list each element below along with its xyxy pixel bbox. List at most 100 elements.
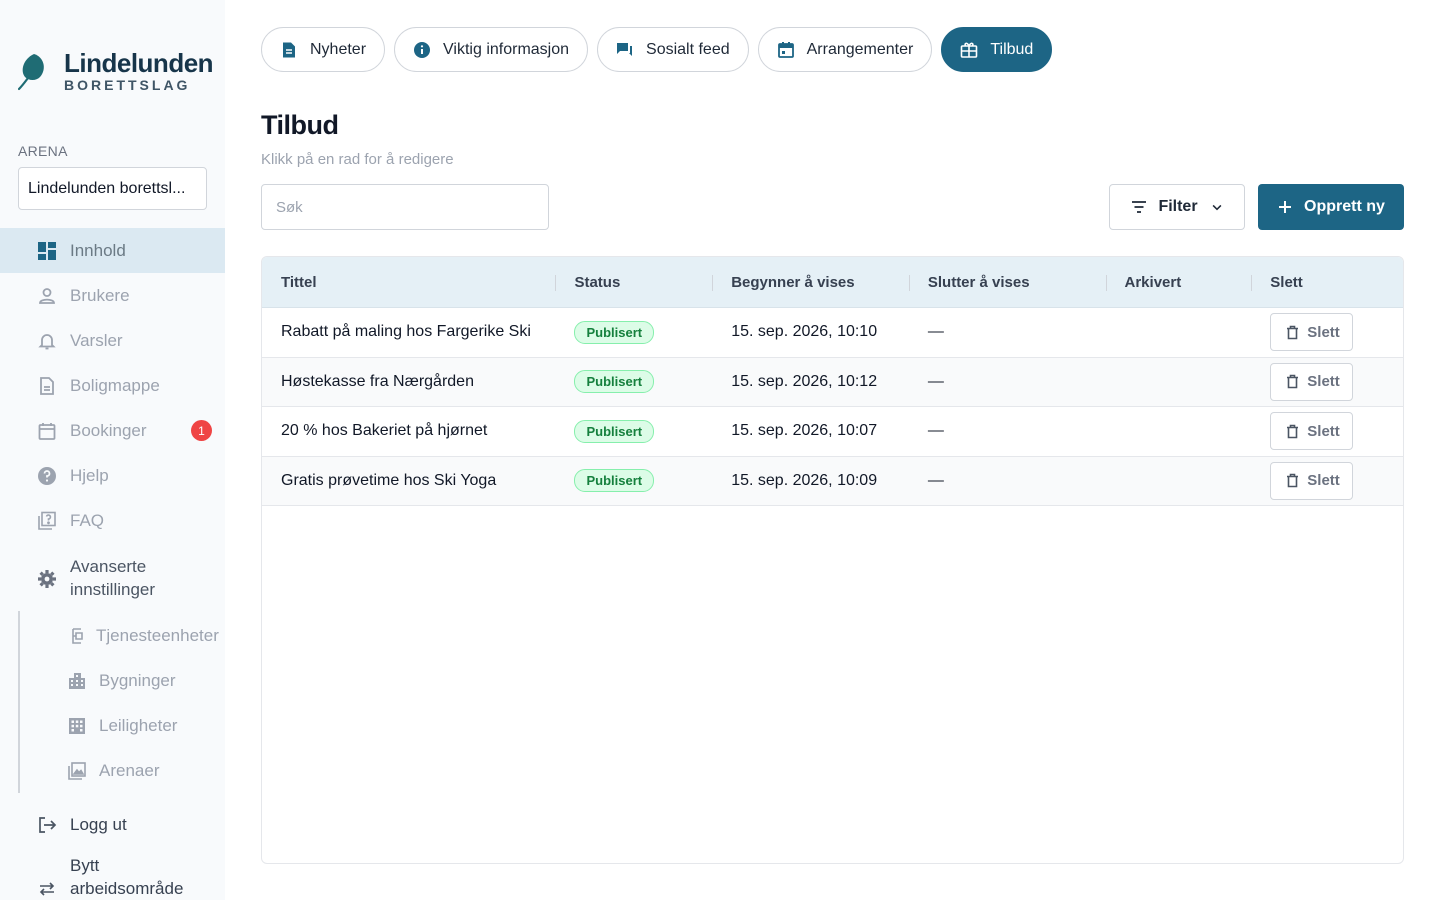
cell-title: 20 % hos Bakeriet på hjørnet	[281, 422, 488, 440]
swap-icon	[37, 879, 57, 899]
user-icon	[37, 286, 57, 306]
switch-workspace-line2: arbeidsområde	[70, 878, 184, 898]
sidebar-item-bygninger[interactable]: Bygninger	[20, 658, 225, 703]
filter-button[interactable]: Filter	[1109, 184, 1245, 230]
status-badge: Publisert	[574, 419, 655, 443]
notification-badge: 1	[191, 420, 212, 441]
switch-workspace-line1: Bytt	[70, 856, 100, 875]
cell-title: Gratis prøvetime hos Ski Yoga	[281, 471, 497, 489]
sidebar-item-faq[interactable]: FAQ	[0, 498, 225, 543]
sidebar-nav: Innhold Brukere Varsler Boligmappe Booki…	[0, 228, 225, 900]
dashboard-icon	[37, 241, 57, 261]
table-row[interactable]: Rabatt på maling hos Fargerike Ski Publi…	[262, 308, 1403, 358]
gear-icon	[37, 569, 57, 589]
sidebar-item-bookinger[interactable]: Bookinger 1	[0, 408, 225, 453]
table-row[interactable]: 20 % hos Bakeriet på hjørnet Publisert 1…	[262, 407, 1403, 457]
advanced-settings-subnav: Tjenesteenheter Bygninger Leiligheter Ar…	[18, 611, 225, 793]
sidebar-item-label: Bookinger	[70, 420, 147, 440]
calendar-icon	[37, 421, 57, 441]
cell-end: —	[927, 372, 944, 390]
tab-label: Arrangementer	[806, 40, 914, 58]
sidebar-item-hjelp[interactable]: Hjelp	[0, 453, 225, 498]
search-input[interactable]	[261, 184, 549, 230]
tab-sosialt-feed[interactable]: Sosialt feed	[597, 27, 749, 72]
sidebar-item-brukere[interactable]: Brukere	[0, 273, 225, 318]
delete-label: Slett	[1307, 472, 1340, 490]
sidebar-item-label: Varsler	[70, 330, 123, 350]
arena-select[interactable]: Lindelunden borettsl...	[18, 167, 207, 210]
column-header-arkivert[interactable]: Arkivert	[1105, 257, 1252, 307]
tab-tilbud[interactable]: Tilbud	[941, 27, 1053, 72]
table-row[interactable]: Gratis prøvetime hos Ski Yoga Publisert …	[262, 456, 1403, 506]
column-header-slutter[interactable]: Slutter å vises	[908, 257, 1106, 307]
sidebar-item-label: Hjelp	[70, 465, 109, 485]
sidebar-item-label-line1: Avanserte	[70, 557, 147, 577]
brand-subtitle: BORETTSLAG	[64, 77, 191, 93]
plus-icon	[1279, 201, 1292, 213]
cell-start: 15. sep. 2026, 10:09	[731, 471, 878, 489]
trash-icon	[1287, 473, 1299, 488]
device-icon	[67, 626, 87, 646]
tab-label: Tilbud	[990, 40, 1034, 58]
trash-icon	[1287, 424, 1299, 439]
logout-label: Logg ut	[70, 814, 127, 834]
sidebar-item-label: Brukere	[70, 285, 130, 305]
apartment-icon	[67, 716, 87, 736]
tab-viktig-informasjon[interactable]: Viktig informasjon	[394, 27, 589, 72]
tab-label: Nyheter	[310, 40, 367, 58]
faq-icon	[37, 511, 57, 531]
tab-nyheter[interactable]: Nyheter	[261, 27, 386, 72]
sidebar-item-arenaer[interactable]: Arenaer	[20, 748, 225, 793]
logout-button[interactable]: Logg ut	[0, 802, 225, 847]
page-title: Tilbud	[261, 110, 339, 140]
sidebar-item-leiligheter[interactable]: Leiligheter	[20, 703, 225, 748]
table-row[interactable]: Høstekasse fra Nærgården Publisert 15. s…	[262, 357, 1403, 407]
trash-icon	[1287, 325, 1299, 340]
switch-workspace-button[interactable]: Bytt arbeidsområde	[0, 847, 225, 900]
cell-start: 15. sep. 2026, 10:10	[731, 323, 878, 341]
document-icon	[37, 376, 57, 396]
cell-end: —	[927, 471, 944, 489]
status-badge: Publisert	[574, 320, 655, 344]
delete-button[interactable]: Slett	[1270, 362, 1353, 401]
tab-label: Sosialt feed	[646, 40, 730, 58]
image-icon	[67, 761, 87, 781]
brand-logo[interactable]: Lindelunden BORETTSLAG	[18, 48, 214, 93]
delete-button[interactable]: Slett	[1270, 461, 1353, 500]
article-icon	[280, 41, 298, 59]
cell-title: Høstekasse fra Nærgården	[281, 372, 474, 390]
sidebar-item-label: Bygninger	[99, 670, 176, 690]
sidebar-item-varsler[interactable]: Varsler	[0, 318, 225, 363]
create-new-label: Opprett ny	[1304, 198, 1385, 215]
calendar-icon	[777, 41, 795, 59]
brand-name: Lindelunden	[64, 48, 214, 78]
delete-button[interactable]: Slett	[1270, 313, 1353, 352]
column-header-begynner[interactable]: Begynner å vises	[712, 257, 909, 307]
sidebar-item-tjenesteenheter[interactable]: Tjenesteenheter	[20, 613, 225, 658]
create-new-button[interactable]: Opprett ny	[1258, 184, 1404, 230]
bell-icon	[37, 331, 57, 351]
offers-table: Tittel Status Begynner å vises Slutter å…	[261, 256, 1404, 864]
page-subtitle: Klikk på en rad for å redigere	[261, 151, 454, 168]
filter-icon	[1132, 201, 1147, 213]
delete-label: Slett	[1307, 422, 1340, 440]
sidebar-item-avanserte-innstillinger[interactable]: Avanserte innstillinger	[0, 547, 225, 611]
sidebar-item-boligmappe[interactable]: Boligmappe	[0, 363, 225, 408]
sidebar-item-label: Arenaer	[99, 760, 160, 780]
status-badge: Publisert	[574, 370, 655, 394]
sidebar-item-innhold[interactable]: Innhold	[0, 228, 225, 273]
column-header-slett[interactable]: Slett	[1251, 257, 1403, 307]
sidebar-item-label: Tjenesteenheter	[96, 625, 219, 645]
cell-end: —	[927, 422, 944, 440]
sidebar-item-label: FAQ	[70, 510, 105, 530]
sidebar: Lindelunden BORETTSLAG ARENA Lindelunden…	[0, 0, 225, 900]
delete-button[interactable]: Slett	[1270, 412, 1353, 451]
gift-icon	[960, 41, 978, 59]
cell-start: 15. sep. 2026, 10:07	[731, 422, 878, 440]
chevron-down-icon	[1212, 204, 1222, 211]
column-header-tittel[interactable]: Tittel	[262, 257, 555, 307]
tab-arrangementer[interactable]: Arrangementer	[757, 27, 933, 72]
chat-icon	[616, 41, 634, 59]
cell-start: 15. sep. 2026, 10:12	[731, 372, 878, 390]
column-header-status[interactable]: Status	[555, 257, 712, 307]
